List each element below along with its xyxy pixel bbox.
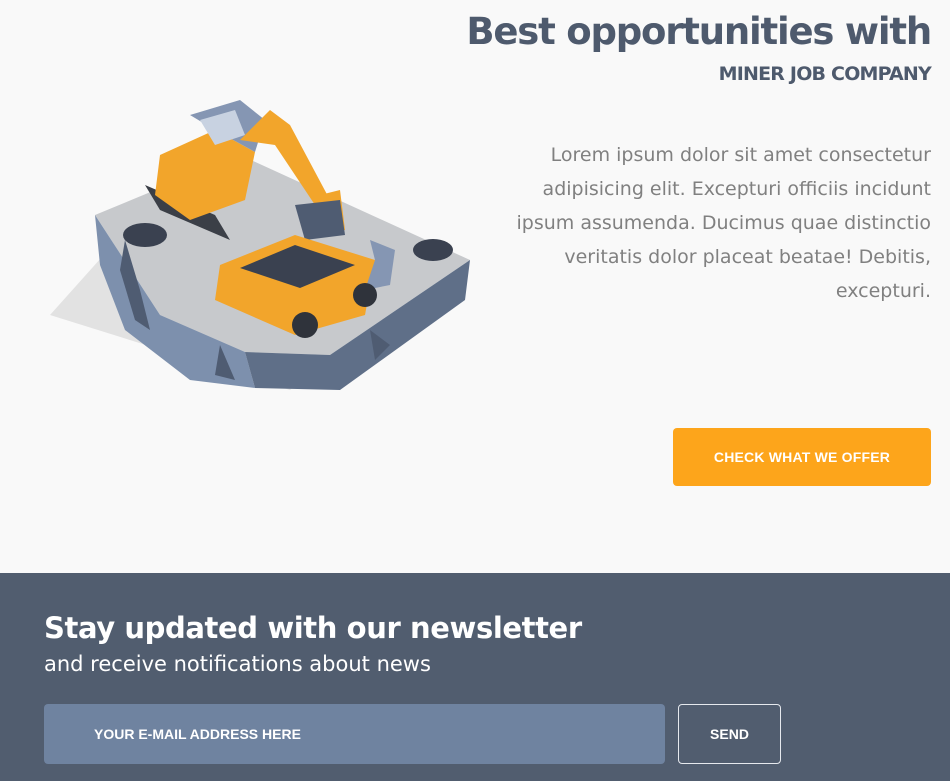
hero-description: Lorem ipsum dolor sit amet consectetur a… (516, 144, 931, 302)
send-button[interactable]: SEND (678, 704, 781, 764)
email-input[interactable] (44, 704, 665, 764)
check-offer-button[interactable]: CHECK WHAT WE OFFER (673, 428, 931, 486)
newsletter-title: Stay updated with our newsletter (44, 611, 582, 645)
hero-subtitle: MINER JOB COMPANY (718, 63, 932, 85)
hero-section: Best opportunities with MINER JOB COMPAN… (0, 0, 950, 573)
newsletter-section: Stay updated with our newsletter and rec… (0, 573, 950, 781)
newsletter-subtitle: and receive notifications about news (44, 652, 431, 676)
hero-title: Best opportunities with (466, 10, 932, 53)
mining-illustration-icon (50, 100, 470, 390)
